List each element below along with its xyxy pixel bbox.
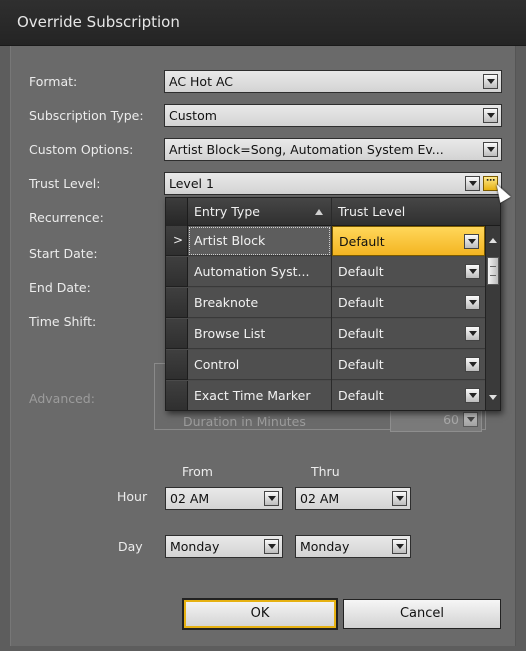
day-thru-dropdown[interactable]: Monday <box>295 535 411 558</box>
scroll-up-icon[interactable] <box>489 238 497 243</box>
table-row[interactable]: Control Default <box>166 350 485 381</box>
trust-level-cell[interactable]: Default <box>332 350 485 380</box>
hour-thru-dropdown[interactable]: 02 AM <box>295 487 411 510</box>
recurrence-label: Recurrence: <box>29 210 104 225</box>
column-divider[interactable] <box>331 198 332 410</box>
trust-level-cell-value: Default <box>339 234 385 249</box>
trust-level-cell[interactable]: Default <box>332 381 485 410</box>
entry-type-cell[interactable]: Automation Syst... <box>188 257 331 287</box>
grid-scrollbar[interactable] <box>485 226 500 410</box>
trust-level-cell-value: Default <box>338 357 384 372</box>
table-row[interactable]: Exact Time Marker Default <box>166 381 485 410</box>
day-label: Day <box>118 539 143 554</box>
subscription-type-label: Subscription Type: <box>29 108 144 123</box>
entry-type-cell[interactable]: Browse List <box>188 319 331 349</box>
trust-level-cell-value: Default <box>338 388 384 403</box>
hour-label: Hour <box>117 489 148 504</box>
trust-level-dropdown[interactable]: Level 1 ⋯ <box>164 172 502 195</box>
custom-options-dropdown[interactable]: Artist Block=Song, Automation System Ev.… <box>164 138 502 161</box>
trust-level-grid[interactable]: Entry Type Trust Level > Artist Block De… <box>165 197 501 411</box>
time-shift-label: Time Shift: <box>29 314 97 329</box>
duration-value: 60 <box>443 412 459 427</box>
chevron-down-icon[interactable] <box>465 264 480 279</box>
from-label: From <box>182 464 213 479</box>
format-value: AC Hot AC <box>169 74 234 89</box>
entry-type-cell[interactable]: Control <box>188 350 331 380</box>
grid-corner <box>166 198 188 226</box>
window-title: Override Subscription <box>0 0 526 46</box>
custom-options-value: Artist Block=Song, Automation System Ev.… <box>169 142 444 157</box>
chevron-down-icon[interactable] <box>264 491 279 506</box>
chevron-down-icon[interactable] <box>392 539 407 554</box>
trust-level-cell[interactable]: Default <box>332 257 485 287</box>
trust-level-cell-value: Default <box>338 295 384 310</box>
advanced-label: Advanced: <box>29 391 95 406</box>
format-label: Format: <box>29 74 78 89</box>
trust-level-value: Level 1 <box>169 176 214 191</box>
table-row[interactable]: Breaknote Default <box>166 288 485 319</box>
trust-level-cell-value: Default <box>338 326 384 341</box>
row-selector[interactable] <box>166 350 188 380</box>
chevron-down-icon[interactable] <box>483 108 498 123</box>
subscription-type-dropdown[interactable]: Custom <box>164 104 502 127</box>
trust-level-label: Trust Level: <box>29 176 101 191</box>
scrollbar-thumb[interactable] <box>487 257 499 285</box>
day-from-dropdown[interactable]: Monday <box>165 535 283 558</box>
chevron-down-icon[interactable] <box>465 326 480 341</box>
chevron-down-icon[interactable] <box>465 357 480 372</box>
grid-header: Entry Type Trust Level <box>166 198 500 226</box>
format-dropdown[interactable]: AC Hot AC <box>164 70 502 93</box>
subscription-type-value: Custom <box>169 108 217 123</box>
duration-spinner[interactable]: 60 <box>390 408 482 432</box>
entry-type-cell[interactable]: Exact Time Marker <box>188 381 331 410</box>
custom-options-label: Custom Options: <box>29 142 134 157</box>
trust-level-cell[interactable]: Default <box>332 319 485 349</box>
chevron-down-icon[interactable] <box>465 388 480 403</box>
chevron-down-icon[interactable] <box>264 539 279 554</box>
ok-button[interactable]: OK <box>183 599 337 629</box>
table-row[interactable]: Automation Syst... Default <box>166 257 485 288</box>
entry-type-cell[interactable]: Breaknote <box>188 288 331 318</box>
table-row[interactable]: Browse List Default <box>166 319 485 350</box>
trust-level-cell[interactable]: Default <box>332 288 485 318</box>
chevron-down-icon[interactable] <box>392 491 407 506</box>
row-indicator: > <box>166 226 188 256</box>
column-header-trust-level[interactable]: Trust Level <box>338 204 405 219</box>
cancel-button[interactable]: Cancel <box>343 599 501 629</box>
chevron-down-icon[interactable] <box>465 295 480 310</box>
sort-ascending-icon <box>315 209 323 215</box>
chevron-down-icon[interactable] <box>483 74 498 89</box>
trust-level-cell-value: Default <box>338 264 384 279</box>
chevron-down-icon[interactable] <box>465 176 480 191</box>
hour-from-dropdown[interactable]: 02 AM <box>165 487 283 510</box>
entry-type-cell[interactable]: Artist Block <box>188 226 331 256</box>
trust-level-cell[interactable]: Default <box>332 226 485 256</box>
row-selector[interactable] <box>166 381 188 410</box>
row-selector[interactable] <box>166 257 188 287</box>
chevron-down-icon[interactable] <box>464 234 479 249</box>
column-header-entry-type[interactable]: Entry Type <box>194 204 260 219</box>
duration-label: Duration in Minutes <box>183 414 306 429</box>
chevron-down-icon[interactable] <box>483 142 498 157</box>
start-date-label: Start Date: <box>29 246 98 261</box>
thru-label: Thru <box>311 464 340 479</box>
end-date-label: End Date: <box>29 280 91 295</box>
row-selector[interactable] <box>166 319 188 349</box>
table-row[interactable]: > Artist Block Default <box>166 226 485 257</box>
row-selector[interactable] <box>166 288 188 318</box>
chevron-down-icon[interactable] <box>463 412 478 427</box>
scroll-down-icon[interactable] <box>489 395 497 400</box>
